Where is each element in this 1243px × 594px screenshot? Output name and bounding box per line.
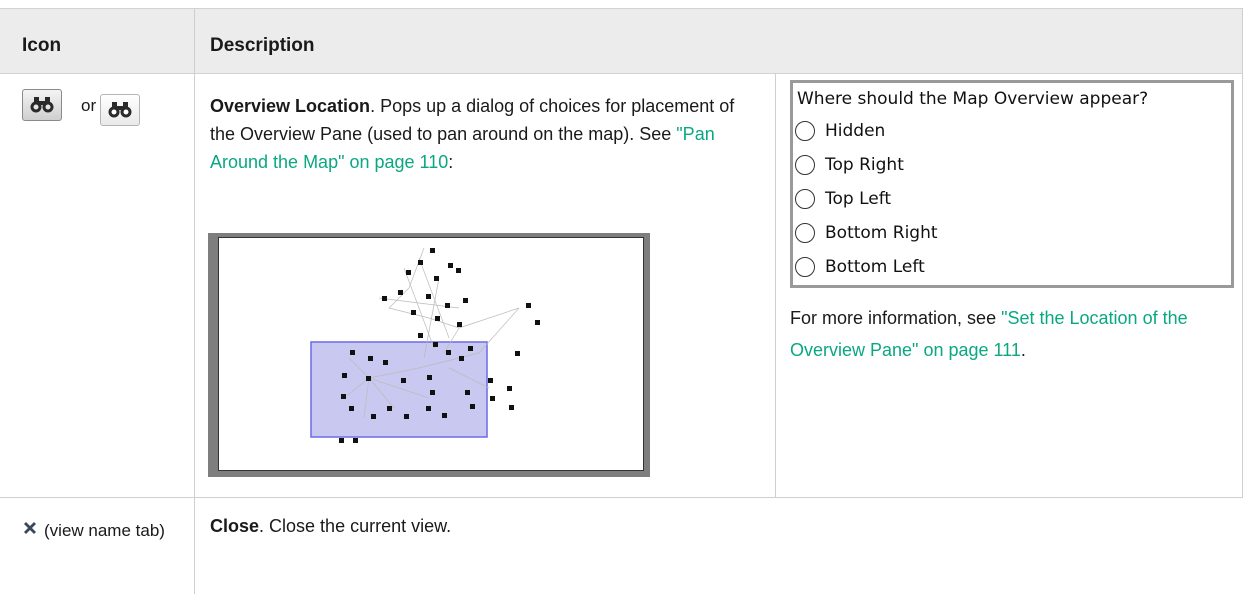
radio-circle-icon — [795, 223, 815, 243]
row-divider — [0, 497, 1243, 498]
radio-circle-icon — [795, 189, 815, 209]
close-x-icon — [24, 522, 36, 534]
binoculars-icon — [30, 97, 54, 113]
dialog-question: Where should the Map Overview appear? — [797, 89, 1149, 109]
binoculars-button[interactable] — [100, 94, 140, 126]
column-divider — [194, 8, 195, 594]
inner-column-divider — [775, 73, 776, 497]
overview-location-description: Overview Location. Pops up a dialog of c… — [210, 92, 750, 176]
close-icon-label: (view name tab) — [44, 521, 165, 540]
radio-circle-icon — [795, 155, 815, 175]
table-header: Icon Description — [0, 8, 1243, 74]
radio-label: Top Left — [825, 189, 892, 209]
binoculars-icon — [108, 102, 132, 118]
more-prefix: For more information, see — [790, 308, 1002, 328]
overview-map — [218, 237, 644, 471]
overview-pane-image — [208, 233, 650, 477]
header-description-column: Description — [210, 35, 315, 56]
more-information-text: For more information, see "Set the Locat… — [790, 302, 1220, 366]
map-overview-dialog: Where should the Map Overview appear? Hi… — [790, 80, 1234, 288]
close-title: Close — [210, 516, 260, 536]
radio-label: Hidden — [825, 121, 886, 141]
network-map-graphic — [310, 247, 540, 443]
binoculars-button-active[interactable] — [22, 89, 62, 121]
or-text: or — [81, 96, 97, 115]
close-description: Close. Close the current view. — [210, 516, 451, 537]
overview-location-title: Overview Location — [210, 96, 371, 116]
radio-circle-icon — [795, 121, 815, 141]
close-text: . Close the current view. — [259, 516, 452, 536]
radio-label: Bottom Right — [825, 223, 938, 243]
radio-circle-icon — [795, 257, 815, 277]
radio-label: Bottom Left — [825, 257, 925, 277]
desc-end: : — [448, 152, 454, 172]
more-end: . — [1020, 340, 1026, 360]
header-icon-column: Icon — [22, 35, 62, 56]
help-table: Icon Description or Overview Location. P… — [0, 0, 1243, 594]
radio-label: Top Right — [825, 155, 904, 175]
